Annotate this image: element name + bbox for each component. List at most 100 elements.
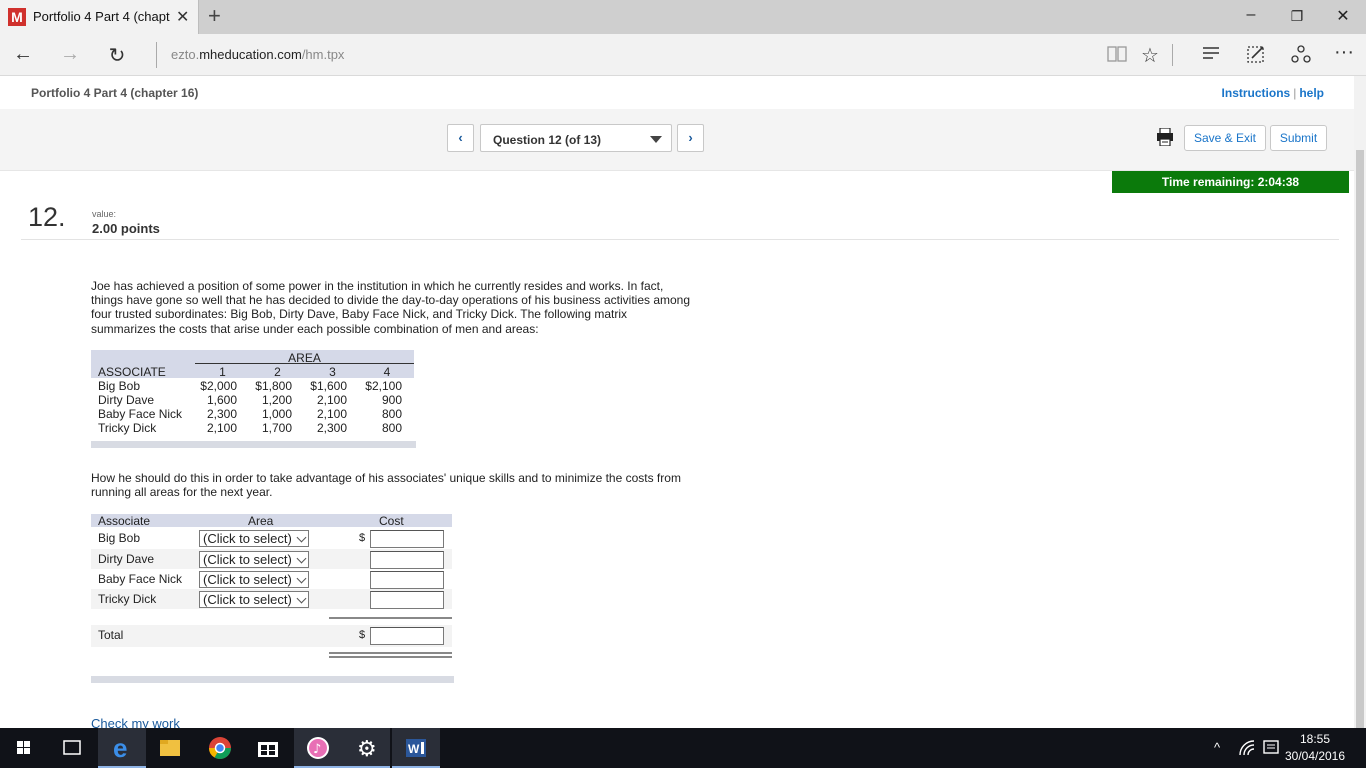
matrix-col-header: 3 <box>329 365 336 379</box>
address-prefix: ezto. <box>171 47 200 62</box>
cost-input[interactable] <box>370 571 444 589</box>
clock-time[interactable]: 18:55 <box>1280 732 1350 746</box>
toolbar-separator <box>1172 44 1173 66</box>
reading-view-icon[interactable] <box>1104 45 1130 68</box>
total-label: Total <box>98 628 124 642</box>
scrollbar-thumb[interactable] <box>1356 150 1364 730</box>
new-tab-button[interactable]: + <box>208 3 221 29</box>
question-navigation: ‹ Question 12 (of 13) › Save & Exit Subm… <box>0 109 1354 171</box>
cost-input[interactable] <box>370 591 444 609</box>
matrix-cell: 2,300 <box>206 407 237 421</box>
matrix-row-name: Tricky Dick <box>98 421 157 435</box>
itunes-icon[interactable]: ♪ <box>294 728 342 768</box>
print-icon[interactable] <box>1157 127 1173 147</box>
area-select-value: (Click to select) <box>203 592 292 607</box>
page-scrollbar[interactable] <box>1354 76 1366 730</box>
matrix-row: Big Bob $2,000 $1,800 $1,600 $2,100 <box>91 379 414 393</box>
caret-down-icon <box>650 136 662 143</box>
area-select[interactable]: (Click to select) <box>199 551 309 568</box>
store-icon[interactable] <box>244 728 292 768</box>
share-icon[interactable] <box>1288 44 1314 70</box>
question-select[interactable]: Question 12 (of 13) <box>480 124 672 152</box>
next-question-button[interactable]: › <box>677 124 704 152</box>
chevron-up-icon[interactable]: ^ <box>1214 740 1220 755</box>
save-exit-button[interactable]: Save & Exit <box>1184 125 1266 151</box>
window-close-icon[interactable]: ✕ <box>1333 6 1353 26</box>
total-cost-input[interactable] <box>370 627 444 645</box>
help-link[interactable]: help <box>1299 86 1324 100</box>
page-header: Portfolio 4 Part 4 (chapter 16) Instruct… <box>0 76 1354 109</box>
back-arrow-icon[interactable]: ← <box>10 43 36 66</box>
forward-arrow-icon[interactable]: → <box>57 43 83 66</box>
matrix-row-header: ASSOCIATE <box>98 365 166 379</box>
task-view-icon[interactable] <box>48 728 96 768</box>
area-select-value: (Click to select) <box>203 572 292 587</box>
matrix-row-name: Dirty Dave <box>98 393 155 407</box>
cost-input[interactable] <box>370 530 444 548</box>
prev-question-button[interactable]: ‹ <box>447 124 474 152</box>
notifications-icon[interactable] <box>1262 739 1280 760</box>
matrix-cell: 800 <box>381 407 402 421</box>
area-select-value: (Click to select) <box>203 552 292 567</box>
instruction-text: How he should do this in order to take a… <box>91 471 681 500</box>
matrix-row-name: Baby Face Nick <box>98 407 183 421</box>
minimize-icon[interactable]: – <box>1241 6 1261 24</box>
header-links: Instructions | help <box>1222 86 1324 100</box>
chrome-icon[interactable] <box>196 728 244 768</box>
web-note-icon[interactable] <box>1243 44 1269 70</box>
question-divider <box>21 239 1339 240</box>
matrix-col-header: 1 <box>219 365 226 379</box>
file-explorer-icon[interactable] <box>146 728 194 768</box>
address-bar[interactable]: ezto.mheducation.com/hm.tpx <box>171 47 344 62</box>
dollar-sign: $ <box>359 532 366 544</box>
time-remaining-banner: Time remaining: 2:04:38 <box>1112 171 1349 193</box>
more-icon[interactable]: ··· <box>1331 41 1357 64</box>
browser-tab[interactable]: M Portfolio 4 Part 4 (chapt ✕ <box>0 0 199 34</box>
edge-browser-icon[interactable]: e <box>98 728 146 768</box>
answer-header-area: Area <box>248 514 274 528</box>
matrix-col-header: 4 <box>383 365 391 379</box>
matrix-cell: 2,300 <box>316 421 347 435</box>
network-icon[interactable] <box>1238 739 1256 760</box>
submit-button[interactable]: Submit <box>1270 125 1327 151</box>
refresh-icon[interactable]: ↻ <box>104 43 130 68</box>
subtotal-line <box>329 617 452 620</box>
link-separator: | <box>1293 86 1297 100</box>
matrix-area-underline <box>195 363 414 364</box>
start-icon[interactable] <box>0 728 48 768</box>
matrix-col-header: 2 <box>274 365 281 379</box>
total-double-line <box>329 652 452 658</box>
chevron-down-icon <box>296 593 307 604</box>
settings-gear-icon[interactable]: ⚙ <box>342 728 390 768</box>
matrix-cell: $2,100 <box>365 379 402 393</box>
matrix-cell: 2,100 <box>316 407 347 421</box>
matrix-footer-bar <box>91 441 416 448</box>
instructions-link[interactable]: Instructions <box>1222 86 1291 100</box>
dollar-sign: $ <box>359 629 366 641</box>
matrix-cell: 1,600 <box>206 393 237 407</box>
matrix-cell: 1,200 <box>261 393 292 407</box>
matrix-cell: 900 <box>381 393 402 407</box>
cost-input[interactable] <box>370 551 444 569</box>
problem-text: Joe has achieved a position of some powe… <box>91 279 691 336</box>
question-select-label: Question 12 (of 13) <box>493 133 602 147</box>
matrix-cell: $1,600 <box>310 379 347 393</box>
tab-close-icon[interactable]: ✕ <box>176 7 189 27</box>
area-select[interactable]: (Click to select) <box>199 571 309 588</box>
area-select[interactable]: (Click to select) <box>199 530 309 547</box>
word-icon[interactable]: W <box>392 728 440 768</box>
mheducation-logo-icon: M <box>8 8 26 26</box>
answer-row-label: Dirty Dave <box>98 552 155 566</box>
clock-date[interactable]: 30/04/2016 <box>1280 749 1350 763</box>
chevron-down-icon <box>296 573 307 584</box>
favorite-star-icon[interactable]: ☆ <box>1137 43 1163 68</box>
answer-header-associate: Associate <box>98 514 151 528</box>
matrix-cell: 1,000 <box>261 407 292 421</box>
answer-row-label: Big Bob <box>98 531 141 545</box>
restore-icon[interactable]: ❐ <box>1287 8 1307 25</box>
area-select-value: (Click to select) <box>203 531 292 546</box>
hub-icon[interactable] <box>1198 44 1224 68</box>
address-separator <box>156 42 157 68</box>
answer-row: Big Bob (Click to select) $ <box>91 528 452 548</box>
area-select[interactable]: (Click to select) <box>199 591 309 608</box>
